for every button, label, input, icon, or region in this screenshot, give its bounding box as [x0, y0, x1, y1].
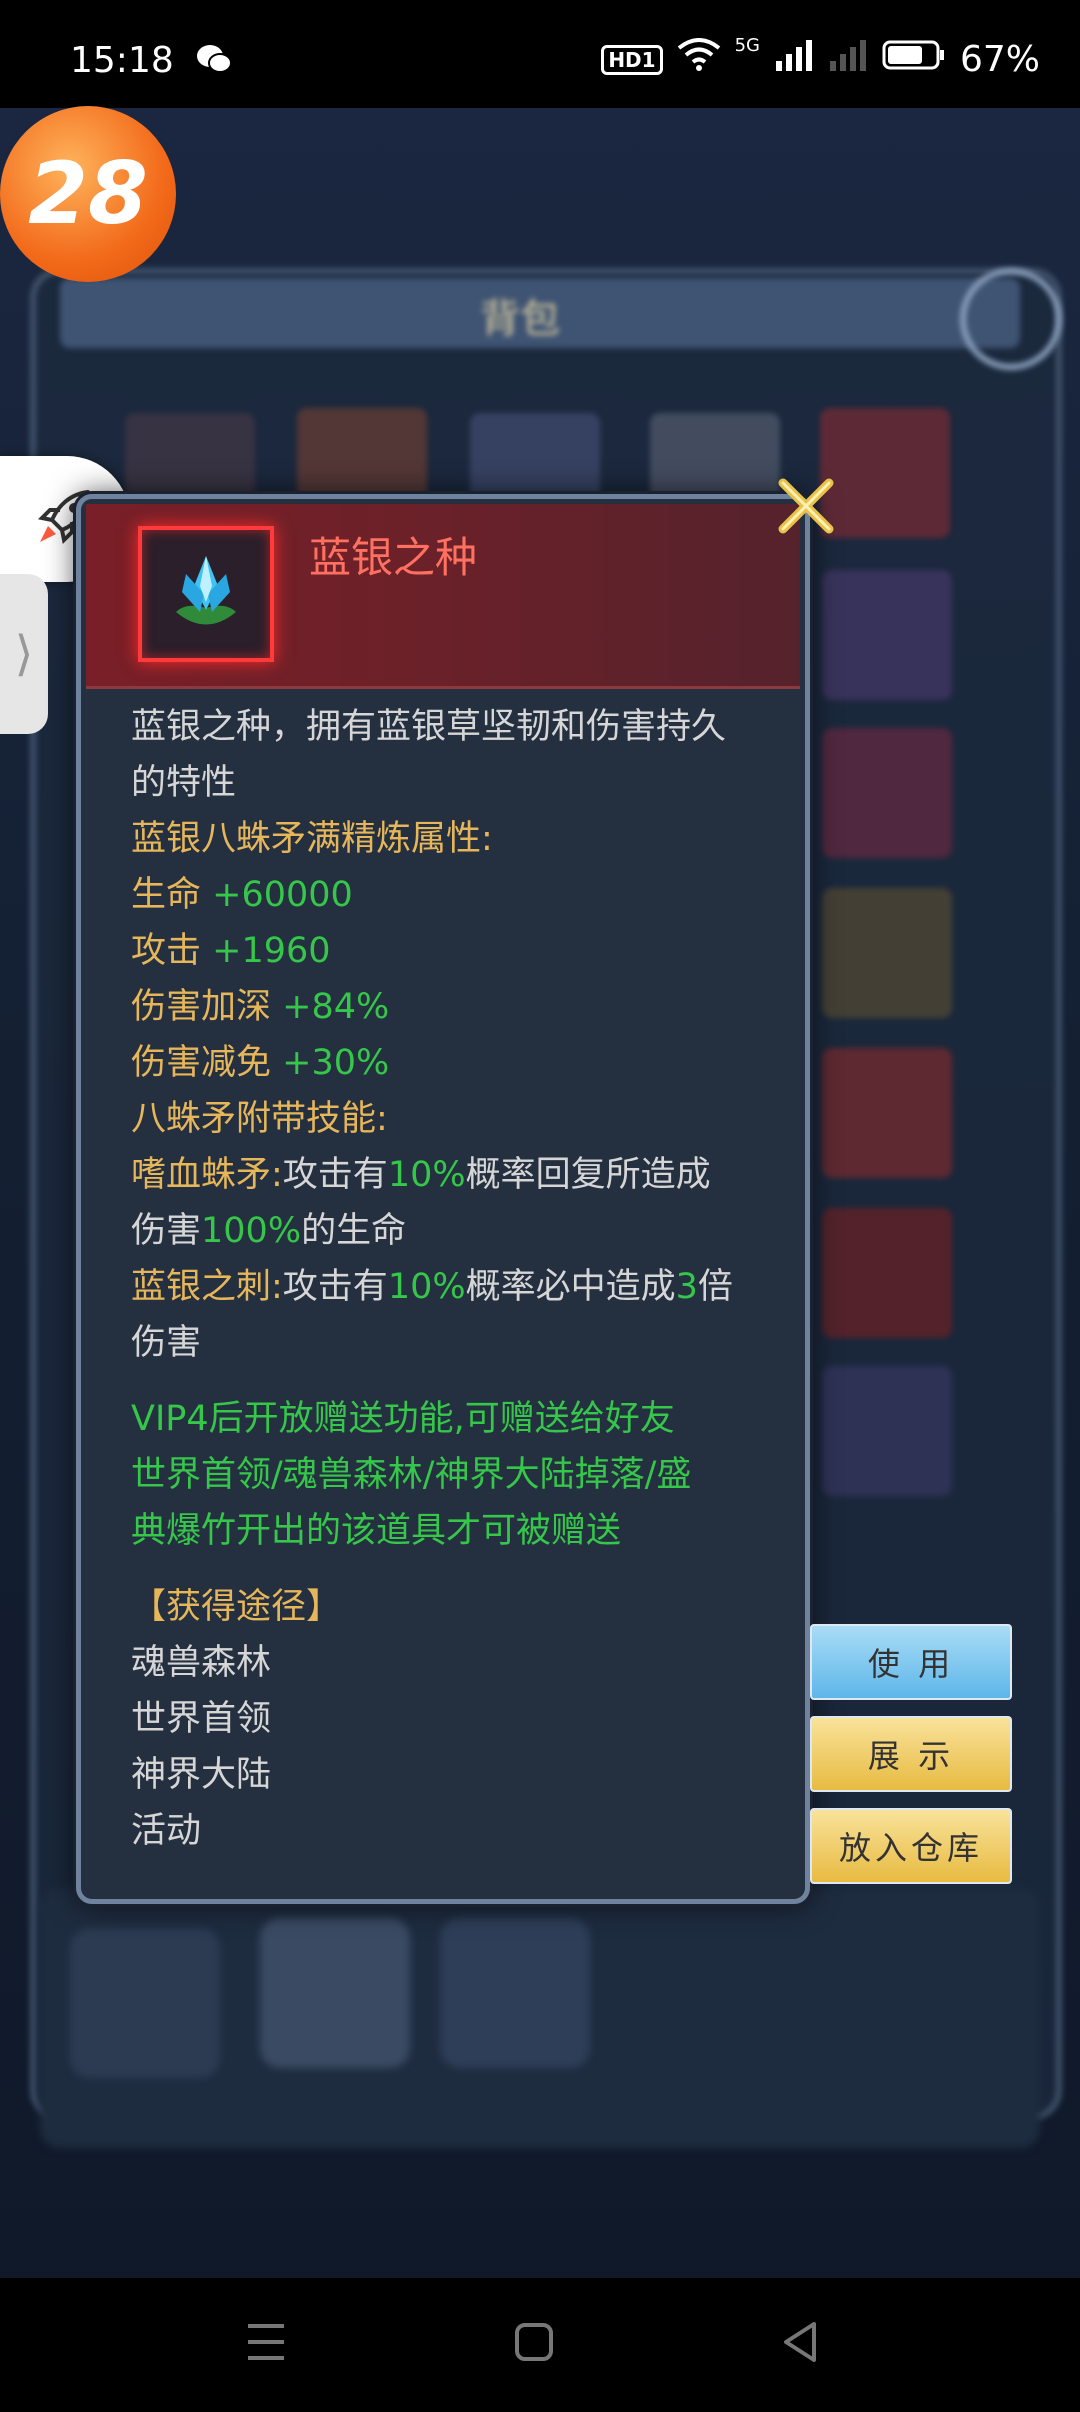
chevron-right-icon: ⟩: [14, 626, 34, 682]
source-item: 世界首领: [131, 1699, 272, 1739]
source-item: 魂兽森林: [131, 1643, 272, 1683]
gift-line: 世界首领/魂兽森林/神界大陆掉落/盛: [131, 1455, 692, 1495]
stat-line: 伤害减免 +30%: [131, 1043, 390, 1083]
store-in-warehouse-button[interactable]: 放入仓库: [810, 1808, 1012, 1884]
bag-slot[interactable]: [822, 1208, 952, 1338]
description-line: 蓝银之种，拥有蓝银草坚韧和伤害持久: [131, 707, 727, 747]
home-icon[interactable]: [514, 2320, 554, 2368]
skill-line: 伤害100%的生命: [131, 1211, 407, 1251]
bag-slot[interactable]: [822, 570, 952, 700]
description-line: 的特性: [131, 763, 237, 803]
gift-line: VIP4后开放赠送功能,可赠送给好友: [131, 1399, 675, 1439]
status-bar: 15:18 HD1 5G 67%: [0, 0, 1080, 108]
bag-slot[interactable]: [822, 888, 952, 1018]
item-description: 蓝银之种，拥有蓝银草坚韧和伤害持久 的特性 蓝银八蛛矛满精炼属性: 生命 +60…: [131, 699, 771, 1859]
close-icon[interactable]: [771, 471, 841, 541]
source-title: 【获得途径】: [131, 1587, 342, 1627]
item-detail-popup: 蓝银之种 蓝银之种，拥有蓝银草坚韧和伤害持久 的特性 蓝银八蛛矛满精炼属性: 生…: [76, 478, 834, 1904]
source-item: 神界大陆: [131, 1755, 272, 1795]
warehouse-tab[interactable]: [440, 1918, 590, 2068]
item-icon-frame: [138, 526, 274, 662]
blue-silver-seed-icon: [156, 542, 256, 646]
bag-slot[interactable]: [822, 728, 952, 858]
backpack-close-button[interactable]: [960, 268, 1062, 370]
signal-bars-icon: [774, 39, 814, 80]
bag-slot[interactable]: [822, 1048, 952, 1178]
stat-line: 生命 +60000: [131, 875, 353, 915]
skill-line: 伤害: [131, 1323, 202, 1363]
skill-line: 蓝银之刺:攻击有10%概率必中造成3倍: [131, 1267, 733, 1307]
battery-level: 67%: [959, 39, 1040, 80]
show-button[interactable]: 展 示: [810, 1716, 1012, 1792]
backpack-title: 背包: [480, 296, 560, 342]
status-icons: HD1 5G 67%: [601, 35, 1040, 81]
return-button[interactable]: [70, 1928, 220, 2078]
source-item: 活动: [131, 1811, 202, 1851]
menu-icon[interactable]: [246, 2320, 286, 2368]
hd-badge: HD1: [601, 44, 663, 75]
floating-28-badge[interactable]: 28: [0, 106, 176, 282]
wifi-icon: [677, 38, 721, 81]
side-drawer-handle[interactable]: ⟩: [0, 574, 48, 734]
bag-tab[interactable]: [260, 1918, 410, 2068]
use-button[interactable]: 使 用: [810, 1624, 1012, 1700]
stat-line: 伤害加深 +84%: [131, 987, 390, 1027]
skill-line: 嗜血蛛矛:攻击有10%概率回复所造成: [131, 1155, 711, 1195]
bag-slot[interactable]: [822, 1366, 952, 1496]
signal-5g-icon: 5G: [734, 35, 760, 56]
stat-line: 攻击 +1960: [131, 931, 331, 971]
clock: 15:18: [70, 40, 174, 81]
item-header: 蓝银之种: [86, 504, 800, 689]
gift-line: 典爆竹开出的该道具才可被赠送: [131, 1511, 622, 1551]
back-icon[interactable]: [780, 2320, 820, 2368]
battery-icon: [882, 39, 946, 80]
item-name: 蓝银之种: [309, 533, 478, 582]
refine-title: 蓝银八蛛矛满精炼属性:: [131, 819, 493, 859]
signal-bars-secondary-icon: [828, 39, 868, 80]
wechat-icon: [196, 44, 232, 74]
system-nav-bar: [0, 2278, 1080, 2412]
skill-title: 八蛛矛附带技能:: [131, 1099, 388, 1139]
